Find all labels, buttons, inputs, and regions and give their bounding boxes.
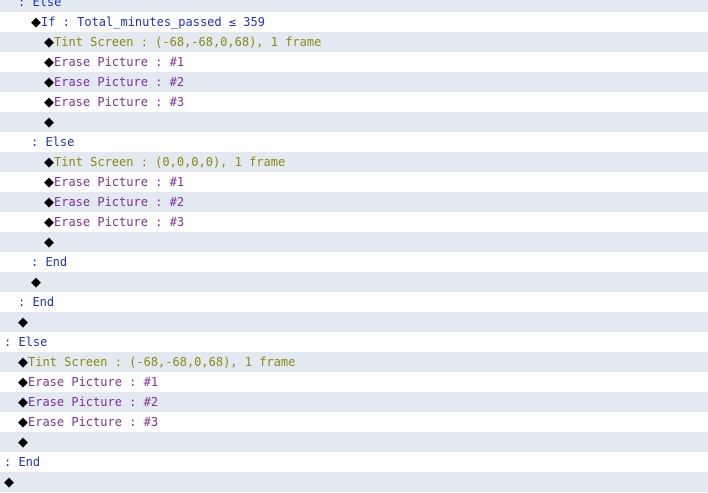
erase-command-text: Erase Picture : #2: [28, 395, 159, 409]
command-diamond-icon: ◆: [44, 155, 54, 170]
erase-command-text: Erase Picture : #1: [28, 375, 159, 389]
erase-command-text: Erase Picture : #1: [54, 175, 185, 189]
event-row[interactable]: ◆: [0, 472, 708, 492]
command-diamond-icon: ◆: [44, 35, 54, 50]
tint-command-text: Tint Screen : (-68,-68,0,68), 1 frame: [28, 355, 296, 369]
event-row[interactable]: : End: [0, 252, 708, 272]
event-row[interactable]: : End: [0, 452, 708, 472]
event-row[interactable]: ◆: [0, 432, 708, 452]
command-diamond-icon: ◆: [31, 15, 41, 30]
event-row[interactable]: ◆Tint Screen : (0,0,0,0), 1 frame: [0, 152, 708, 172]
event-row[interactable]: ◆Tint Screen : (-68,-68,0,68), 1 frame: [0, 32, 708, 52]
event-row[interactable]: ◆Erase Picture : #2: [0, 192, 708, 212]
event-row[interactable]: ◆Erase Picture : #2: [0, 72, 708, 92]
event-row[interactable]: ◆Erase Picture : #1: [0, 52, 708, 72]
event-row[interactable]: ◆Erase Picture : #3: [0, 212, 708, 232]
command-diamond-icon: ◆: [44, 75, 54, 90]
command-diamond-icon: ◆: [18, 415, 28, 430]
event-row[interactable]: ◆Erase Picture : #1: [0, 172, 708, 192]
erase-command-text: Erase Picture : #2: [54, 75, 185, 89]
command-diamond-icon: ◆: [4, 475, 14, 490]
command-diamond-icon: ◆: [18, 355, 28, 370]
event-row[interactable]: ◆Tint Screen : (-68,-68,0,68), 1 frame: [0, 352, 708, 372]
command-diamond-icon: ◆: [44, 95, 54, 110]
branch-command-text: : End: [18, 295, 55, 309]
branch-command-text: : Else: [31, 135, 75, 149]
command-diamond-icon: ◆: [44, 235, 54, 250]
command-diamond-icon: ◆: [18, 435, 28, 450]
event-row[interactable]: ◆Erase Picture : #1: [0, 372, 708, 392]
erase-command-text: Erase Picture : #3: [54, 95, 185, 109]
command-diamond-icon: ◆: [18, 315, 28, 330]
event-row[interactable]: ◆Erase Picture : #3: [0, 412, 708, 432]
if-command-text: If : Total_minutes_passed ≤ 359: [41, 15, 265, 29]
event-command-list: : Else ◆If : Total_minutes_passed ≤ 359 ◆T…: [0, 0, 708, 492]
command-diamond-icon: ◆: [44, 195, 54, 210]
erase-command-text: Erase Picture : #1: [54, 55, 185, 69]
command-diamond-icon: ◆: [18, 375, 28, 390]
event-row[interactable]: ◆Erase Picture : #3: [0, 92, 708, 112]
branch-command-text: : End: [31, 255, 68, 269]
command-diamond-icon: ◆: [44, 115, 54, 130]
event-row[interactable]: ◆: [0, 312, 708, 332]
command-diamond-icon: ◆: [44, 215, 54, 230]
command-diamond-icon: ◆: [31, 275, 41, 290]
branch-command-text: : End: [4, 455, 41, 469]
branch-command-text: : Else: [4, 335, 48, 349]
event-row[interactable]: ◆If : Total_minutes_passed ≤ 359: [0, 12, 708, 32]
erase-command-text: Erase Picture : #3: [54, 215, 185, 229]
event-row[interactable]: ◆: [0, 232, 708, 252]
erase-command-text: Erase Picture : #2: [54, 195, 185, 209]
tint-command-text: Tint Screen : (-68,-68,0,68), 1 frame: [54, 35, 322, 49]
event-row[interactable]: ◆: [0, 272, 708, 292]
command-diamond-icon: ◆: [44, 55, 54, 70]
event-row[interactable]: ◆: [0, 112, 708, 132]
command-diamond-icon: ◆: [18, 395, 28, 410]
event-row[interactable]: : Else: [0, 332, 708, 352]
event-row[interactable]: : Else: [0, 0, 708, 12]
command-diamond-icon: ◆: [44, 175, 54, 190]
event-row[interactable]: : End: [0, 292, 708, 312]
tint-command-text: Tint Screen : (0,0,0,0), 1 frame: [54, 155, 286, 169]
event-row[interactable]: ◆Erase Picture : #2: [0, 392, 708, 412]
event-row[interactable]: : Else: [0, 132, 708, 152]
erase-command-text: Erase Picture : #3: [28, 415, 159, 429]
branch-command-text: : Else: [18, 0, 62, 9]
